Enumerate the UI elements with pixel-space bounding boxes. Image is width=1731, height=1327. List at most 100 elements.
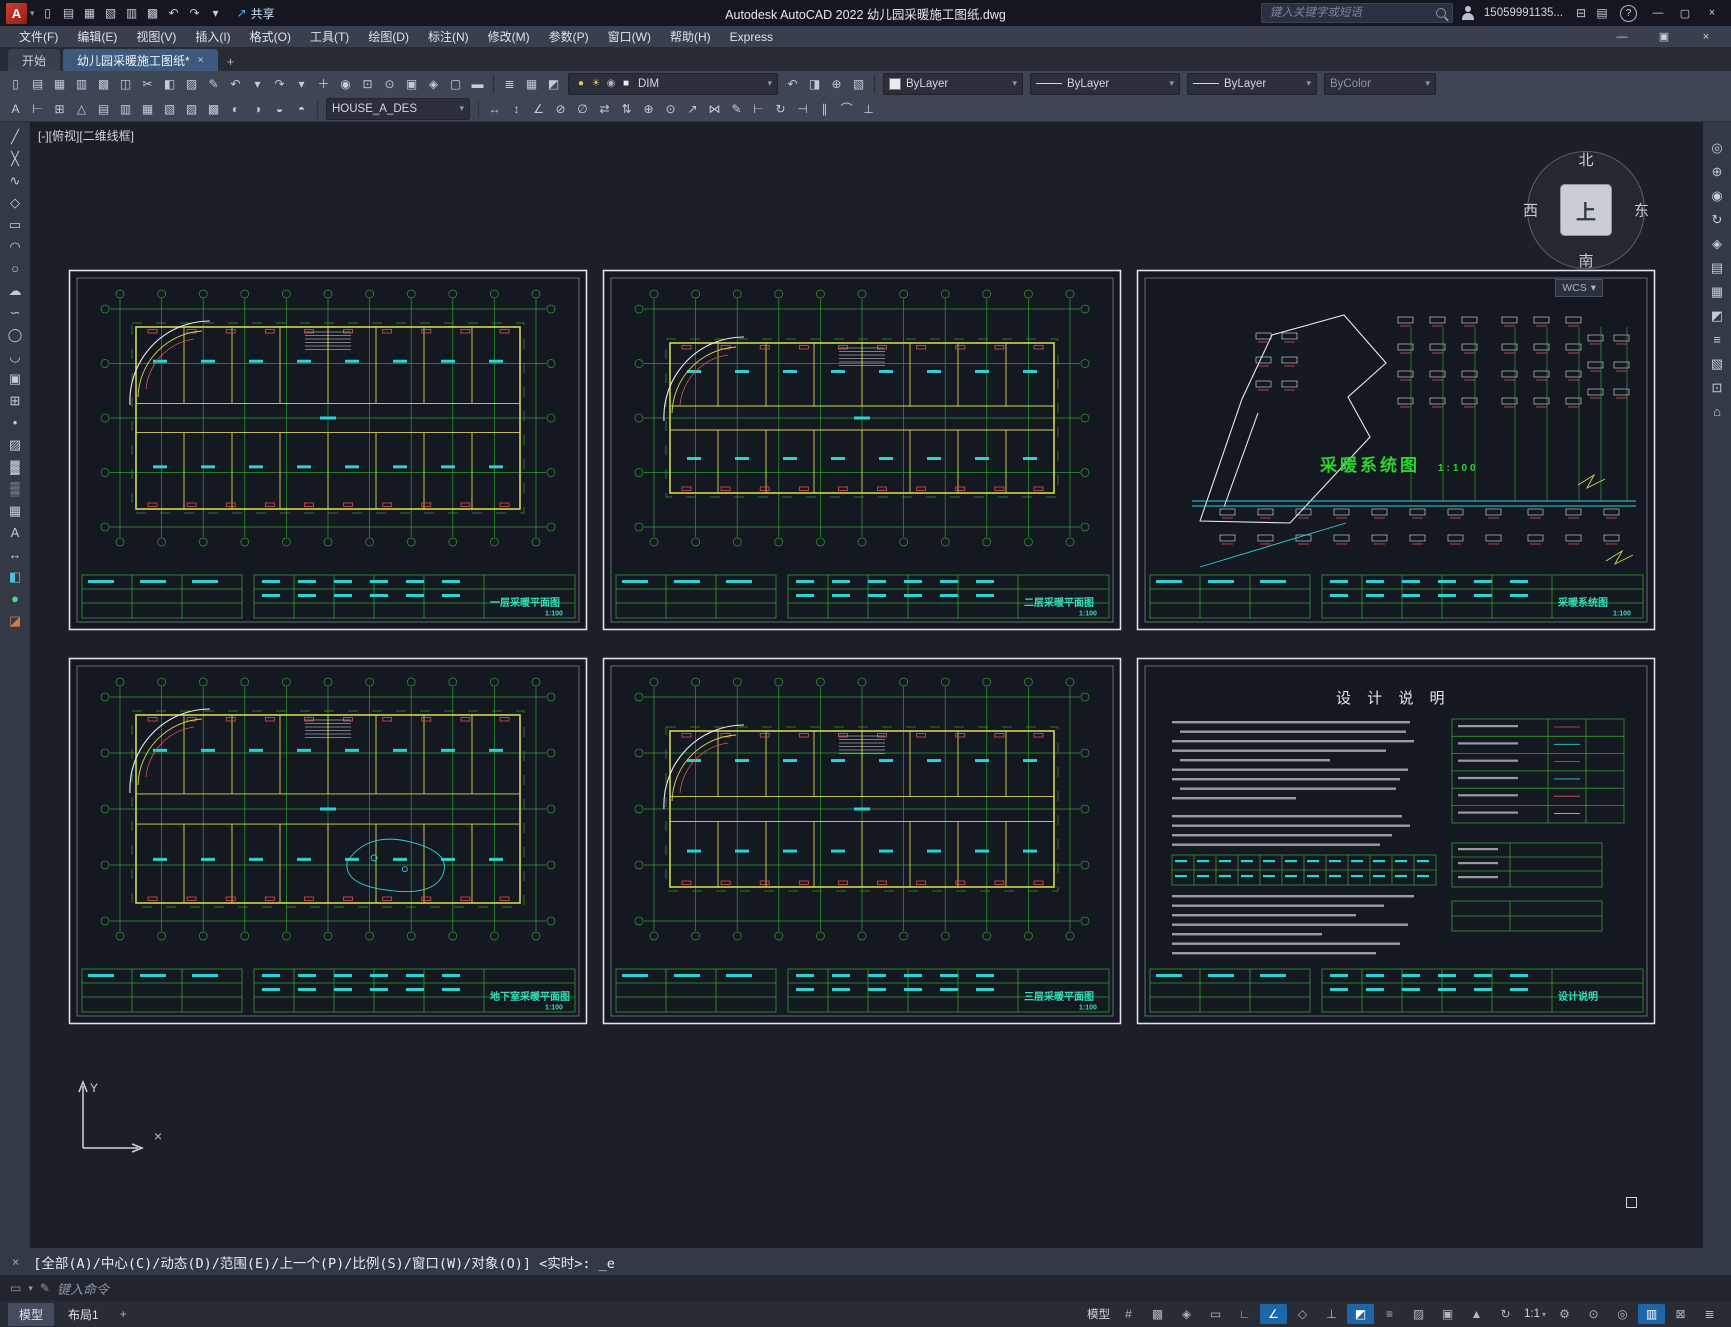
layer-previous-icon[interactable]: ↶ xyxy=(782,73,803,94)
table-icon[interactable]: ▦ xyxy=(3,500,27,521)
point-icon[interactable]: • xyxy=(3,412,27,433)
center-mark-icon[interactable]: ⊙ xyxy=(660,98,681,119)
mirror-icon[interactable]: ◓ xyxy=(291,98,312,119)
show-motion-icon[interactable]: ◈ xyxy=(1705,233,1729,254)
zoom-realtime-icon[interactable]: ◉ xyxy=(335,73,356,94)
menu-item[interactable]: 参数(P) xyxy=(540,27,598,46)
copy-icon[interactable]: ◧ xyxy=(159,73,180,94)
clean-screen-icon[interactable]: ⊠ xyxy=(1667,1304,1694,1324)
menu-item[interactable]: 视图(V) xyxy=(127,27,185,46)
new-tab-button[interactable]: + xyxy=(221,51,241,71)
menu-item[interactable]: 修改(M) xyxy=(479,27,539,46)
help-icon[interactable]: ? xyxy=(1620,4,1637,22)
design-center-icon[interactable]: ◈ xyxy=(423,73,444,94)
multiline-text-icon[interactable]: A xyxy=(3,522,27,543)
layer-color-swatch[interactable]: ■ xyxy=(619,76,633,92)
compass-east-label[interactable]: 东 xyxy=(1634,200,1649,221)
dimension-baseline-icon[interactable]: ⇅ xyxy=(616,98,637,119)
doc-minimize-icon[interactable]: — xyxy=(1609,27,1635,47)
insert-block-icon[interactable]: ▣ xyxy=(3,368,27,389)
doc-close-icon[interactable]: × xyxy=(1693,27,1719,47)
region-icon[interactable]: ▒ xyxy=(3,478,27,499)
customization-icon[interactable]: ≣ xyxy=(1696,1304,1723,1324)
plot-icon[interactable]: ▥ xyxy=(122,3,142,23)
dimension-edit-icon[interactable]: ✎ xyxy=(726,98,747,119)
compass-south-label[interactable]: 南 xyxy=(1578,250,1593,271)
cart-icon[interactable]: ⊟ xyxy=(1571,3,1591,23)
ungroup-icon[interactable]: ▨ xyxy=(181,98,202,119)
annotation-scale-label[interactable]: 1:1 ▾ xyxy=(1521,1304,1549,1324)
drawing-sheet-system[interactable]: 采暖系统图 1:100 采暖系统图 1:100 xyxy=(1136,269,1656,631)
plot-icon[interactable]: ▥ xyxy=(71,73,92,94)
orbit-icon[interactable]: ↻ xyxy=(1705,209,1729,230)
dimension-icon[interactable]: ↔ xyxy=(3,544,27,565)
workspace-switching-icon[interactable]: ⚙ xyxy=(1551,1304,1578,1324)
quick-dimension-icon[interactable]: ⋈ xyxy=(704,98,725,119)
viewcube-compass[interactable]: 北 南 东 西 上 xyxy=(1523,151,1649,271)
layout1-tab[interactable]: 布局1 xyxy=(57,1303,110,1326)
recent-commands-icon[interactable]: ▾ xyxy=(28,1283,33,1294)
dimension-style-icon[interactable]: ⊢ xyxy=(27,98,48,119)
dimension-break-icon[interactable]: ⊣ xyxy=(792,98,813,119)
compass-west-label[interactable]: 西 xyxy=(1523,200,1538,221)
undo-dropdown-icon[interactable]: ▾ xyxy=(247,73,268,94)
tab-drawing[interactable]: 幼儿园采暖施工图纸* × xyxy=(63,49,218,71)
dimension-space-icon[interactable]: ∥ xyxy=(814,98,835,119)
table-style-icon[interactable]: ⊞ xyxy=(49,98,70,119)
open-file-icon[interactable]: ▤ xyxy=(59,3,79,23)
menu-item[interactable]: 插入(I) xyxy=(186,27,239,46)
model-space-canvas[interactable]: [-][俯视][二维线框] 北 南 东 西 上 WCS ▾ Y × 一层采暖平面… xyxy=(30,121,1703,1248)
drawing-sheet-plan-3f[interactable]: 三层采暖平面图 1:100 xyxy=(602,657,1122,1025)
drawing-sheet-plan-2f[interactable]: 二层采暖平面图 1:100 xyxy=(602,269,1122,631)
tool-palettes-icon[interactable]: ▢ xyxy=(445,73,466,94)
search-icon[interactable] xyxy=(1435,8,1446,18)
qnew-icon[interactable]: ▯ xyxy=(5,73,26,94)
tolerance-icon[interactable]: ⊕ xyxy=(638,98,659,119)
hardware-acceleration-icon[interactable]: ▥ xyxy=(1638,1304,1665,1324)
menu-item[interactable]: 工具(T) xyxy=(301,27,358,46)
array-icon[interactable]: ◑ xyxy=(247,98,268,119)
polyline-icon[interactable]: ∿ xyxy=(3,170,27,191)
command-close-icon[interactable]: × xyxy=(12,1255,19,1269)
polar-tracking-icon[interactable]: ∠ xyxy=(1259,1304,1287,1324)
dimension-diameter-icon[interactable]: ∅ xyxy=(572,98,593,119)
offset-icon[interactable]: ◒ xyxy=(269,98,290,119)
cut-icon[interactable]: ✂ xyxy=(137,73,158,94)
multileader-style-icon[interactable]: △ xyxy=(71,98,92,119)
inspect-dimension-icon[interactable]: ⊥ xyxy=(858,98,879,119)
grid-icon[interactable]: # xyxy=(1115,1304,1142,1324)
drawing-sheet-plan-1f[interactable]: 一层采暖平面图 1:100 xyxy=(68,269,588,631)
palette-icon[interactable]: ◧ xyxy=(3,566,27,587)
command-customize-icon[interactable]: ▭ xyxy=(10,1281,21,1295)
menu-item[interactable]: 窗口(W) xyxy=(599,27,660,46)
model-tab[interactable]: 模型 xyxy=(8,1302,55,1326)
menu-item[interactable]: 文件(F) xyxy=(10,27,67,46)
viewcube-top-face[interactable]: 上 xyxy=(1560,184,1612,236)
boundary-icon[interactable]: ▦ xyxy=(137,98,158,119)
line-icon[interactable]: ╱ xyxy=(3,126,27,147)
search-box[interactable] xyxy=(1260,3,1453,23)
annotation-monitor-icon[interactable]: ⊙ xyxy=(1580,1304,1607,1324)
jogged-dimension-icon[interactable]: ⌒ xyxy=(836,98,857,119)
dimension-linear-icon[interactable]: ↔ xyxy=(484,98,505,119)
grid-display-icon[interactable]: ⊡ xyxy=(1705,377,1729,398)
ellipse-arc-icon[interactable]: ◡ xyxy=(3,346,27,367)
zoom-window-icon[interactable]: ⊡ xyxy=(357,73,378,94)
selection-cycling-icon[interactable]: ▣ xyxy=(1434,1304,1461,1324)
region-icon[interactable]: ▥ xyxy=(115,98,136,119)
dimension-text-edit-icon[interactable]: ⊢ xyxy=(748,98,769,119)
window-maximize-icon[interactable]: ▢ xyxy=(1672,3,1698,23)
layer-panel-icon[interactable]: ▧ xyxy=(1705,353,1729,374)
user-avatar-icon[interactable] xyxy=(1461,6,1476,20)
window-minimize-icon[interactable]: — xyxy=(1645,3,1671,23)
object-snap-icon[interactable]: ◩ xyxy=(1346,1304,1374,1324)
layer-states-icon[interactable]: ▦ xyxy=(521,73,542,94)
viewport-controls[interactable]: [-][俯视][二维线框] xyxy=(38,127,134,144)
divide-icon[interactable]: ◐ xyxy=(225,98,246,119)
dimension-aligned-icon[interactable]: ↕ xyxy=(506,98,527,119)
layer-sun-icon[interactable]: ☀ xyxy=(589,76,603,92)
drawing-sheet-notes[interactable]: 设 计 说 明设计说明 xyxy=(1136,657,1656,1025)
text-style-icon[interactable]: A xyxy=(5,98,26,119)
spline-icon[interactable]: ∽ xyxy=(3,302,27,323)
paste-icon[interactable]: ▨ xyxy=(181,73,202,94)
